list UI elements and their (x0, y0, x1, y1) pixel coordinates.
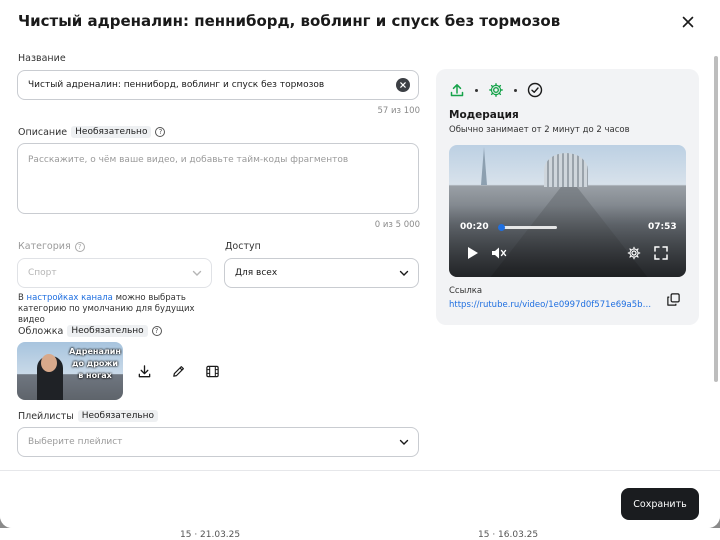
choose-frame-button[interactable] (203, 362, 221, 380)
seek-bar[interactable] (498, 224, 557, 231)
volume-muted-icon (492, 247, 507, 259)
modal-scrollbar[interactable] (714, 56, 718, 382)
modal-footer: Сохранить (0, 470, 720, 528)
cover-text: Адреналин до дрожи в ногах (69, 347, 121, 380)
access-select[interactable]: Для всех (224, 258, 419, 288)
moderation-check-icon (527, 82, 543, 98)
close-button[interactable] (678, 12, 698, 32)
cover-person-face (41, 354, 57, 372)
moderation-title: Модерация (449, 109, 519, 121)
category-value: Спорт (28, 268, 57, 278)
settings-button[interactable] (626, 245, 642, 261)
background-video-stats: 15 · 16.03.25 (478, 530, 539, 540)
playlists-label: Плейлисты Необязательно (18, 410, 159, 422)
step-separator (514, 88, 517, 92)
moderation-panel: Модерация Обычно занимает от 2 минут до … (436, 69, 699, 325)
clear-name-button[interactable] (396, 78, 410, 92)
help-icon[interactable]: ? (74, 241, 85, 252)
description-label: Описание Необязательно ? (18, 126, 166, 138)
video-frame-dome (544, 153, 588, 187)
copy-icon (666, 292, 680, 306)
link-label: Ссылка (449, 286, 483, 296)
video-frame-tower (481, 147, 487, 185)
background-video-stats: 15 · 21.03.25 (180, 530, 241, 540)
name-value: Чистый адреналин: пенниборд, воблинг и с… (28, 80, 325, 90)
film-frame-icon (205, 365, 219, 377)
mute-button[interactable] (491, 245, 507, 261)
description-placeholder: Расскажите, о чём ваше видео, и добавьте… (28, 155, 349, 165)
upload-step-icon (450, 84, 464, 97)
play-button[interactable] (465, 245, 481, 261)
save-button[interactable]: Сохранить (621, 488, 699, 520)
pencil-icon (172, 365, 184, 377)
description-counter: 0 из 5 000 (374, 220, 420, 230)
optional-badge: Необязательно (77, 410, 159, 422)
moderation-subtitle: Обычно занимает от 2 минут до 2 часов (449, 125, 630, 135)
channel-settings-link[interactable]: настройках канала (27, 293, 113, 303)
upload-steps (449, 82, 543, 98)
copy-link-button[interactable] (665, 291, 681, 307)
duration: 07:53 (648, 222, 677, 232)
close-icon (682, 16, 694, 28)
download-icon (138, 364, 150, 377)
help-icon[interactable]: ? (151, 326, 162, 336)
optional-badge: Необязательно (67, 325, 148, 337)
description-textarea[interactable]: Расскажите, о чём ваше видео, и добавьте… (17, 143, 419, 214)
play-icon (468, 247, 478, 259)
playlists-placeholder: Выберите плейлист (28, 437, 123, 447)
playlists-select[interactable]: Выберите плейлист (17, 427, 419, 457)
fullscreen-icon (654, 246, 668, 260)
access-value: Для всех (235, 268, 278, 278)
access-label: Доступ (225, 241, 261, 252)
fullscreen-button[interactable] (653, 245, 669, 261)
optional-badge: Необязательно (71, 126, 152, 138)
video-player[interactable]: 00:20 07:53 (449, 145, 686, 277)
video-controls-shade (449, 205, 686, 277)
modal-title: Чистый адреналин: пенниборд, воблинг и с… (18, 12, 561, 30)
current-time: 00:20 (460, 222, 489, 232)
name-counter: 57 из 100 (377, 106, 421, 116)
video-link[interactable]: https://rutube.ru/video/1e0997d0f571e69a… (449, 300, 654, 310)
name-input[interactable]: Чистый адреналин: пенниборд, воблинг и с… (17, 70, 419, 100)
step-separator (475, 88, 478, 92)
edit-video-modal: Чистый адреналин: пенниборд, воблинг и с… (0, 0, 720, 528)
chevron-down-icon (192, 270, 202, 276)
background-page (0, 528, 720, 540)
help-icon[interactable]: ? (155, 127, 166, 137)
gear-icon (627, 246, 641, 260)
category-select[interactable]: Спорт (17, 258, 212, 288)
cover-thumbnail[interactable]: Адреналин до дрожи в ногах (17, 342, 123, 400)
processing-step-icon (489, 83, 503, 97)
name-label: Название (18, 53, 66, 64)
category-hint: В настройках канала можно выбрать катего… (18, 293, 195, 325)
clear-icon (400, 82, 406, 88)
chevron-down-icon (399, 439, 409, 445)
download-cover-button[interactable] (135, 362, 153, 380)
category-label: Категория ? (18, 241, 85, 252)
cover-label: Обложка Необязательно ? (18, 325, 162, 337)
edit-cover-button[interactable] (169, 362, 187, 380)
chevron-down-icon (399, 270, 409, 276)
